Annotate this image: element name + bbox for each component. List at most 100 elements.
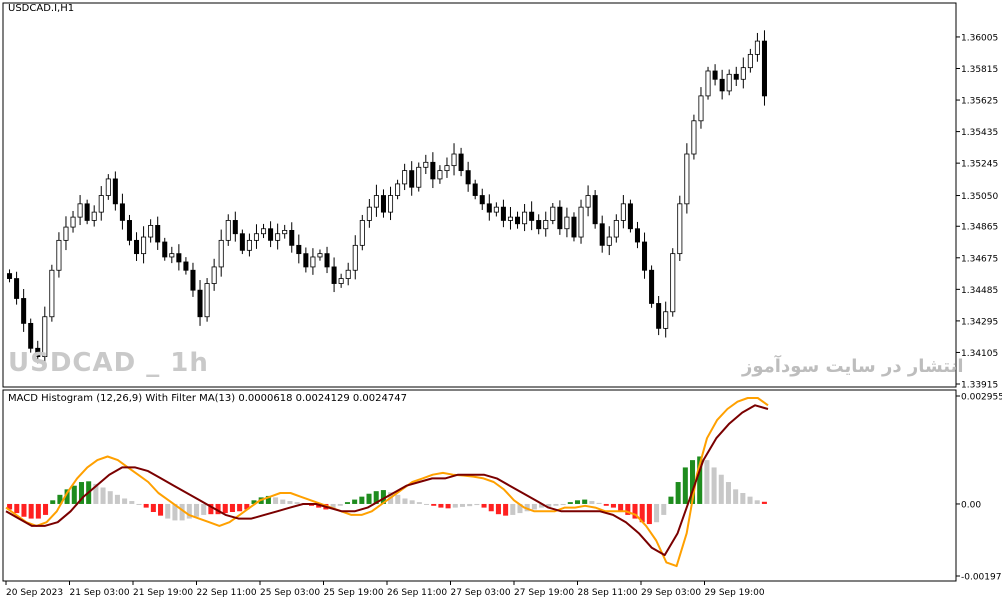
candle-body	[211, 266, 217, 284]
candle-body	[402, 170, 408, 185]
candle-body	[246, 239, 252, 251]
histogram-bar	[107, 491, 113, 504]
mt4-chart-window[interactable]: 1.36005 1.35815 1.35625 1.35435 1.35245 1.350…	[0, 0, 1002, 603]
candle-body	[479, 195, 485, 205]
candle-body	[564, 216, 570, 230]
candle-body	[282, 229, 288, 235]
watermark-site-text: انتشار در سایت سودآموز	[742, 356, 964, 377]
candle-body	[204, 283, 210, 318]
candle-body	[56, 239, 62, 271]
time-tick-label: 25 Sep 03:00	[260, 588, 320, 598]
histogram-bar	[122, 498, 128, 504]
candle-body	[275, 233, 281, 241]
candle-body	[642, 241, 648, 271]
histogram-bar	[158, 503, 164, 516]
candle-body	[141, 236, 147, 255]
candle-body	[77, 203, 83, 218]
histogram-bar	[510, 503, 516, 515]
histogram-bar	[661, 503, 667, 515]
histogram-bar	[718, 474, 724, 504]
candle-body	[7, 273, 13, 279]
candle-body	[451, 153, 457, 167]
histogram-bar	[474, 503, 480, 506]
candle-body	[599, 223, 605, 246]
price-tick-label: 1.34485	[961, 286, 998, 296]
price-tick-label: 1.34865	[961, 223, 998, 233]
histogram-bar	[711, 467, 717, 504]
candle-body	[155, 225, 161, 243]
candle-body	[536, 220, 542, 230]
candle-body	[91, 211, 97, 221]
candle-body	[21, 298, 27, 324]
histogram-bar	[740, 493, 746, 504]
candle-body	[388, 195, 394, 213]
candle-body	[684, 153, 690, 205]
candle-body	[578, 206, 584, 238]
candle-body	[126, 220, 132, 241]
indicator-axis: 0.0029552 0.00 -0.0019719	[956, 393, 1002, 583]
histogram-bar	[273, 497, 279, 504]
histogram-bar	[395, 494, 401, 504]
histogram-bar	[416, 502, 422, 504]
histogram-bar	[424, 503, 430, 505]
candle-body	[84, 203, 90, 221]
indicator-title: MACD Histogram (12,26,9) With Filter MA(…	[8, 393, 407, 404]
histogram-bar	[409, 500, 415, 504]
histogram-bar	[287, 501, 293, 504]
candle-body	[331, 266, 337, 284]
chart-canvas[interactable]: 1.36005 1.35815 1.35625 1.35435 1.35245 1.350…	[0, 0, 1002, 603]
time-tick-label: 27 Sep 19:00	[514, 588, 574, 598]
candle-body	[761, 40, 767, 97]
candle-body	[380, 195, 386, 213]
candle-body	[754, 40, 760, 55]
candle-body	[289, 229, 295, 246]
histogram-bar	[668, 496, 674, 504]
candle-body	[663, 311, 669, 329]
time-tick-label: 21 Sep 03:00	[70, 588, 130, 598]
histogram-bar	[35, 503, 41, 519]
price-tick-label: 1.34295	[961, 317, 998, 327]
candle-body	[571, 216, 577, 238]
price-tick-label: 1.34105	[961, 349, 998, 359]
candle-body	[620, 203, 626, 221]
histogram-bar	[193, 503, 200, 517]
candle-body	[656, 303, 662, 329]
candle-body	[395, 183, 401, 196]
candle-body	[719, 78, 725, 92]
histogram-bar	[136, 503, 142, 505]
candle-body	[437, 170, 443, 180]
time-tick-label: 27 Sep 03:00	[451, 588, 511, 598]
histogram-bar	[129, 501, 135, 504]
histogram-bar	[567, 502, 573, 504]
candle-body	[70, 216, 76, 228]
candle-body	[345, 269, 351, 279]
candle-body	[98, 195, 104, 213]
histogram-bar	[452, 503, 458, 508]
candle-body	[649, 269, 655, 304]
histogram-bar	[481, 503, 487, 508]
candle-body	[613, 220, 619, 238]
candle-body	[183, 261, 189, 271]
histogram-bar	[610, 503, 616, 508]
candle-body	[190, 269, 196, 291]
candle-body	[253, 233, 259, 241]
candle-body	[338, 278, 344, 284]
candle-body	[310, 256, 316, 268]
time-tick-label: 21 Sep 19:00	[133, 588, 193, 598]
histogram-bar	[553, 503, 559, 506]
candle-body	[232, 220, 238, 235]
candle-body	[409, 170, 415, 188]
candle-body	[747, 53, 753, 69]
candle-body	[63, 226, 69, 241]
histogram-bar	[344, 502, 350, 504]
time-axis: 20 Sep 2023 21 Sep 03:00 21 Sep 19:00 22 Se…	[5, 581, 765, 598]
histogram-bar	[28, 503, 34, 519]
histogram-bar	[21, 503, 27, 517]
indicator-tick-label: 0.00	[961, 500, 981, 510]
candle-body	[359, 220, 365, 246]
indicator-tick-label: 0.0029552	[961, 393, 1002, 403]
histogram-bar	[488, 503, 494, 512]
candle-body	[423, 161, 429, 168]
candle-body	[261, 228, 267, 235]
histogram-bar	[582, 499, 588, 504]
